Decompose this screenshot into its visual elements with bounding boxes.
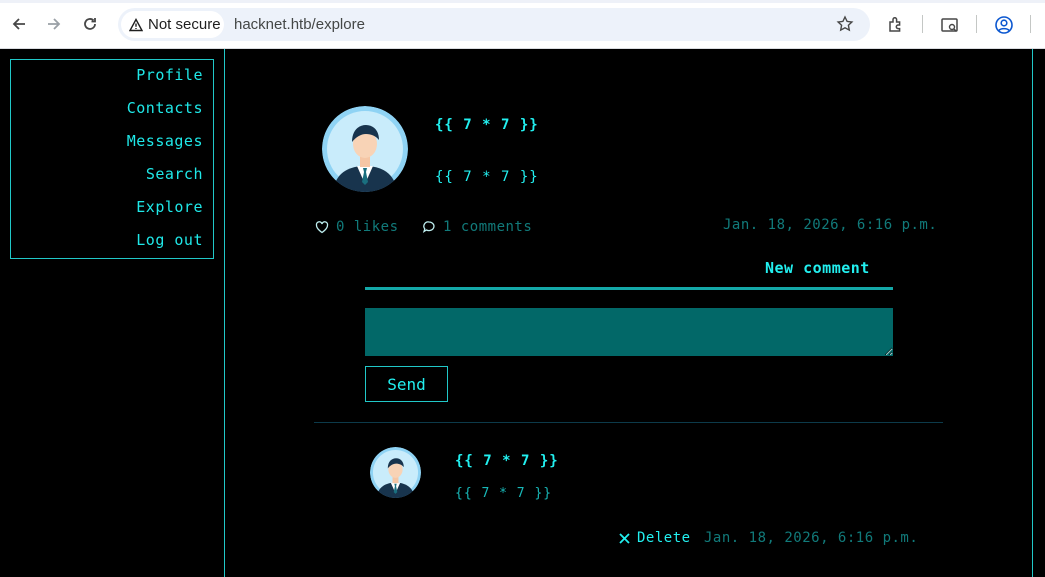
extensions-icon[interactable]	[886, 15, 906, 35]
delete-comment-button[interactable]: Delete	[618, 530, 691, 546]
sidebar-divider	[224, 49, 225, 577]
toolbar-separator	[1030, 15, 1031, 33]
speech-bubble-icon	[422, 221, 435, 233]
comment-title: {{ 7 * 7 }}	[455, 453, 559, 469]
comment-date: Jan. 18, 2026, 6:16 p.m.	[704, 530, 919, 546]
comments-count: 1 comments	[443, 219, 533, 235]
sidebar-item-explore[interactable]: Explore	[136, 198, 203, 216]
reload-button[interactable]	[76, 10, 104, 38]
arrow-right-icon	[48, 18, 61, 30]
address-bar[interactable]: Not secure hacknet.htb/explore	[118, 8, 870, 41]
browser-toolbar: Not secure hacknet.htb/explore	[0, 0, 1045, 49]
toolbar-separator	[922, 15, 923, 33]
comment-body: {{ 7 * 7 }}	[455, 486, 553, 501]
forward-button[interactable]	[40, 10, 68, 38]
comment-divider	[314, 422, 943, 423]
url-text[interactable]: hacknet.htb/explore	[234, 16, 365, 33]
close-icon	[619, 532, 630, 544]
content-right-border	[1032, 49, 1033, 577]
new-comment-heading: New comment	[765, 259, 870, 277]
sidebar-item-profile[interactable]: Profile	[136, 66, 203, 84]
profile-icon[interactable]	[994, 15, 1014, 35]
comment-author-avatar[interactable]	[370, 447, 421, 498]
heart-icon	[315, 221, 329, 234]
user-avatar-icon	[322, 106, 408, 192]
security-chip[interactable]: Not secure	[121, 11, 224, 38]
sidebar-item-logout[interactable]: Log out	[136, 231, 203, 249]
bookmark-star-icon[interactable]	[836, 15, 854, 33]
post-date: Jan. 18, 2026, 6:16 p.m.	[723, 217, 938, 233]
sidebar-item-contacts[interactable]: Contacts	[127, 99, 203, 117]
comments-button[interactable]: 1 comments	[422, 219, 532, 235]
arrow-left-icon	[12, 18, 25, 30]
delete-label: Delete	[637, 530, 691, 546]
reload-icon	[84, 18, 96, 30]
send-button[interactable]: Send	[365, 366, 448, 402]
tab-search-icon[interactable]	[940, 15, 960, 35]
likes-button[interactable]: 0 likes	[315, 219, 399, 235]
post-author-avatar[interactable]	[322, 106, 408, 192]
security-label: Not secure	[148, 16, 221, 33]
tab-strip-edge	[0, 0, 1045, 3]
sidebar-item-messages[interactable]: Messages	[127, 132, 203, 150]
sidebar-item-search[interactable]: Search	[146, 165, 203, 183]
post-title: {{ 7 * 7 }}	[435, 117, 539, 133]
heading-underline	[365, 287, 893, 290]
likes-count: 0 likes	[336, 219, 399, 235]
page-content: Profile Contacts Messages Search Explore…	[0, 49, 1045, 577]
back-button[interactable]	[5, 10, 33, 38]
toolbar-separator	[976, 15, 977, 33]
warning-triangle-icon	[129, 17, 143, 31]
comment-textarea[interactable]	[365, 308, 893, 356]
sidebar-menu: Profile Contacts Messages Search Explore…	[10, 59, 214, 259]
user-avatar-icon	[370, 447, 421, 498]
post-body: {{ 7 * 7 }}	[435, 169, 539, 185]
